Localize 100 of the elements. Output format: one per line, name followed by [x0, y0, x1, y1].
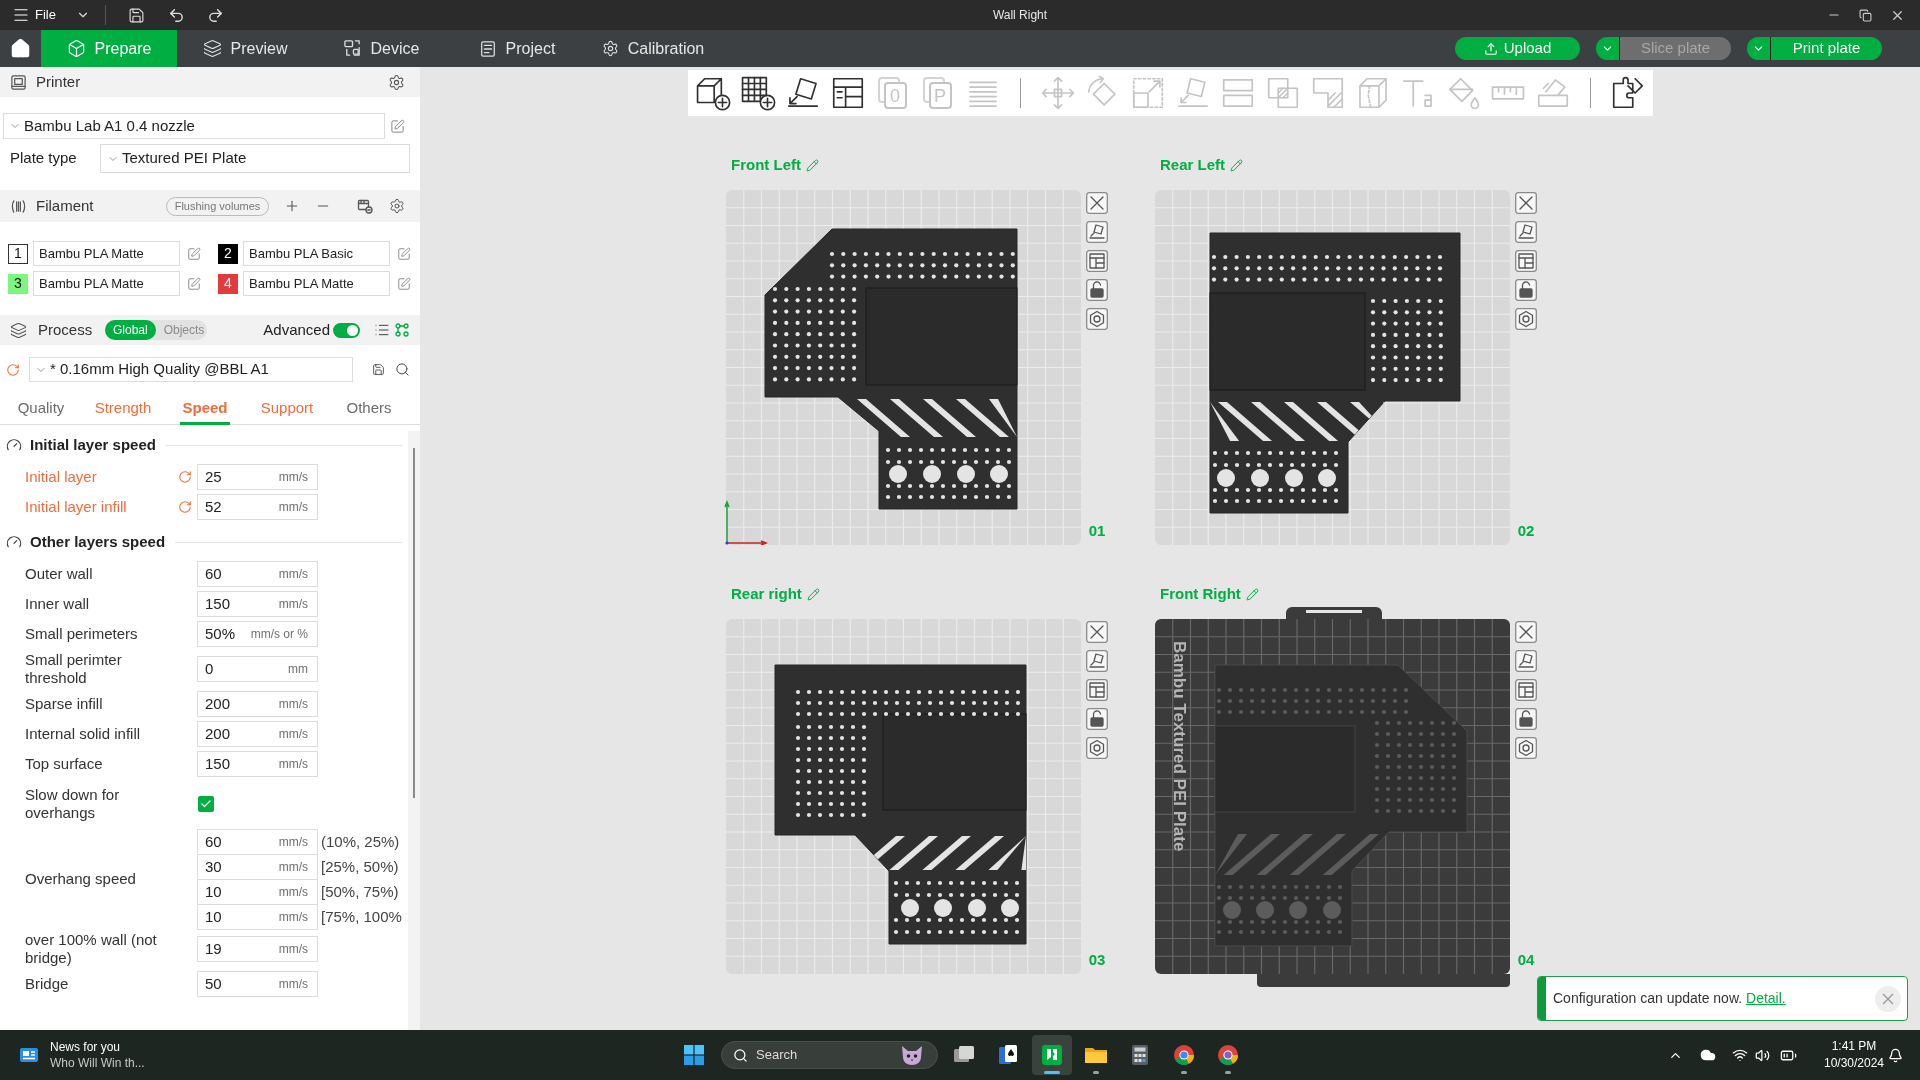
- number-input[interactable]: 60 mm/s: [197, 829, 318, 855]
- settings-icon[interactable]: [389, 198, 405, 214]
- tilted-square-icon[interactable]: [1086, 650, 1108, 672]
- padlock-icon[interactable]: [1086, 708, 1108, 730]
- reset-icon[interactable]: [178, 470, 192, 484]
- tilted-square-icon[interactable]: [1515, 650, 1537, 672]
- padlock-icon[interactable]: [1515, 279, 1537, 301]
- hex-nut-icon[interactable]: [1086, 308, 1108, 330]
- number-input[interactable]: 10 mm/s: [197, 904, 318, 930]
- tilted-square-icon[interactable]: [1086, 221, 1108, 243]
- padlock-icon[interactable]: [1086, 279, 1108, 301]
- number-input[interactable]: 200 mm/s: [197, 721, 318, 747]
- reset-icon[interactable]: [6, 362, 20, 377]
- speaker-icon[interactable]: [1755, 1047, 1770, 1063]
- number-input[interactable]: 50% mm/s or %: [197, 621, 318, 647]
- clock-date[interactable]: 10/30/2024: [1823, 1055, 1885, 1072]
- section-title: Printer: [36, 71, 81, 92]
- printer-select[interactable]: Bambu Lab A1 0.4 nozzle: [3, 113, 385, 139]
- layout-icon[interactable]: [1086, 679, 1108, 701]
- number-input[interactable]: 150 mm/s: [197, 591, 318, 617]
- process-preset-select[interactable]: * 0.16mm High Quality @BBL A1: [29, 357, 353, 382]
- bell-icon[interactable]: [1888, 1047, 1903, 1063]
- cloud-icon[interactable]: [1700, 1047, 1716, 1063]
- number-input[interactable]: 30 mm/s: [197, 854, 318, 880]
- close-icon[interactable]: [1515, 621, 1537, 643]
- range-label: [50%, 75%): [321, 881, 399, 902]
- search-field[interactable]: Search: [721, 1041, 938, 1069]
- setting-label: Top surface: [25, 755, 104, 773]
- setting-label: Initial layer infill: [25, 498, 128, 516]
- box-gear-icon[interactable]: [357, 198, 373, 214]
- start-icon[interactable]: [684, 1045, 704, 1065]
- save-icon[interactable]: [372, 363, 385, 376]
- tab[interactable]: Preview: [177, 30, 313, 67]
- number-input[interactable]: 50 mm/s: [197, 971, 318, 997]
- padlock-icon[interactable]: [1515, 708, 1537, 730]
- close-icon[interactable]: [1086, 621, 1108, 643]
- chevron-down-icon[interactable]: [1596, 37, 1619, 60]
- settings-icon[interactable]: [388, 73, 405, 91]
- circle-logo-icon: [1172, 1043, 1196, 1067]
- plate-type-select[interactable]: Textured PEI Plate: [100, 144, 410, 173]
- news-text[interactable]: Who Will Win th...: [50, 1055, 145, 1071]
- cat-icon: [899, 1044, 925, 1066]
- number-input[interactable]: 19 mm/s: [197, 936, 318, 962]
- clock-time[interactable]: 1:41 PM: [1831, 1038, 1877, 1055]
- setting-label: Sparse infill: [25, 695, 104, 713]
- hex-nut-icon[interactable]: [1515, 737, 1537, 759]
- layout-icon[interactable]: [1086, 250, 1108, 272]
- tab[interactable]: Quality: [15, 395, 67, 425]
- number-input[interactable]: 60 mm/s: [197, 561, 318, 587]
- filament-select[interactable]: Bambu PLA Matte: [33, 271, 180, 296]
- filament-select[interactable]: Bambu PLA Basic: [243, 241, 390, 266]
- number-input[interactable]: 52 mm/s: [197, 494, 318, 520]
- unit-label: mm/s: [278, 756, 308, 773]
- unit-label: mm/s: [278, 499, 308, 516]
- edit-icon[interactable]: [390, 118, 405, 134]
- restore-icon[interactable]: [1859, 8, 1872, 22]
- number-input[interactable]: 0 mm: [197, 656, 318, 682]
- close-icon[interactable]: [1086, 192, 1108, 214]
- unit-label: mm/s: [278, 909, 308, 926]
- circle-logo-icon: [1216, 1043, 1240, 1067]
- checkbox[interactable]: [198, 796, 214, 812]
- number-input[interactable]: 200 mm/s: [197, 691, 318, 717]
- chevron-down-icon[interactable]: [1747, 37, 1770, 60]
- plus-icon[interactable]: [284, 198, 300, 214]
- nodes-icon[interactable]: [394, 322, 410, 338]
- list-icon[interactable]: [374, 322, 390, 338]
- layout-icon[interactable]: [1515, 250, 1537, 272]
- gauge-icon: [6, 534, 22, 550]
- close-icon[interactable]: [1515, 192, 1537, 214]
- filament-badge: 1: [8, 243, 28, 264]
- scrollbar-thumb[interactable]: [413, 448, 415, 798]
- layout-icon[interactable]: [1515, 679, 1537, 701]
- number-input[interactable]: 10 mm/s: [197, 879, 318, 905]
- news-title[interactable]: News for you: [50, 1039, 145, 1055]
- undo-icon[interactable]: [167, 6, 185, 24]
- number-input[interactable]: 25 mm/s: [197, 464, 318, 490]
- filament-select[interactable]: Bambu PLA Matte: [243, 271, 390, 296]
- reset-icon[interactable]: [178, 500, 192, 514]
- tab[interactable]: Device: [313, 30, 449, 67]
- wifi-icon[interactable]: [1732, 1047, 1748, 1063]
- search-icon: [733, 1047, 748, 1063]
- news-icon[interactable]: [19, 1045, 39, 1065]
- advanced-switch[interactable]: [333, 322, 360, 338]
- tab[interactable]: Calibration: [585, 30, 721, 67]
- tab[interactable]: Project: [449, 30, 585, 67]
- search-icon[interactable]: [395, 362, 410, 377]
- filament-select[interactable]: Bambu PLA Matte: [33, 241, 180, 266]
- tab[interactable]: Others: [344, 395, 394, 425]
- file-menu[interactable]: File: [12, 3, 56, 27]
- document-icon: [478, 39, 497, 58]
- home-icon[interactable]: [10, 38, 31, 59]
- running-indicator: [1044, 1071, 1060, 1074]
- redo-icon[interactable]: [206, 6, 224, 24]
- tilted-square-icon[interactable]: [1515, 221, 1537, 243]
- save-icon[interactable]: [127, 6, 145, 24]
- hex-nut-icon[interactable]: [1086, 737, 1108, 759]
- layers-icon: [10, 321, 27, 339]
- number-input[interactable]: 150 mm/s: [197, 751, 318, 777]
- taskbar-button[interactable]: [1032, 1035, 1072, 1075]
- hex-nut-icon[interactable]: [1515, 308, 1537, 330]
